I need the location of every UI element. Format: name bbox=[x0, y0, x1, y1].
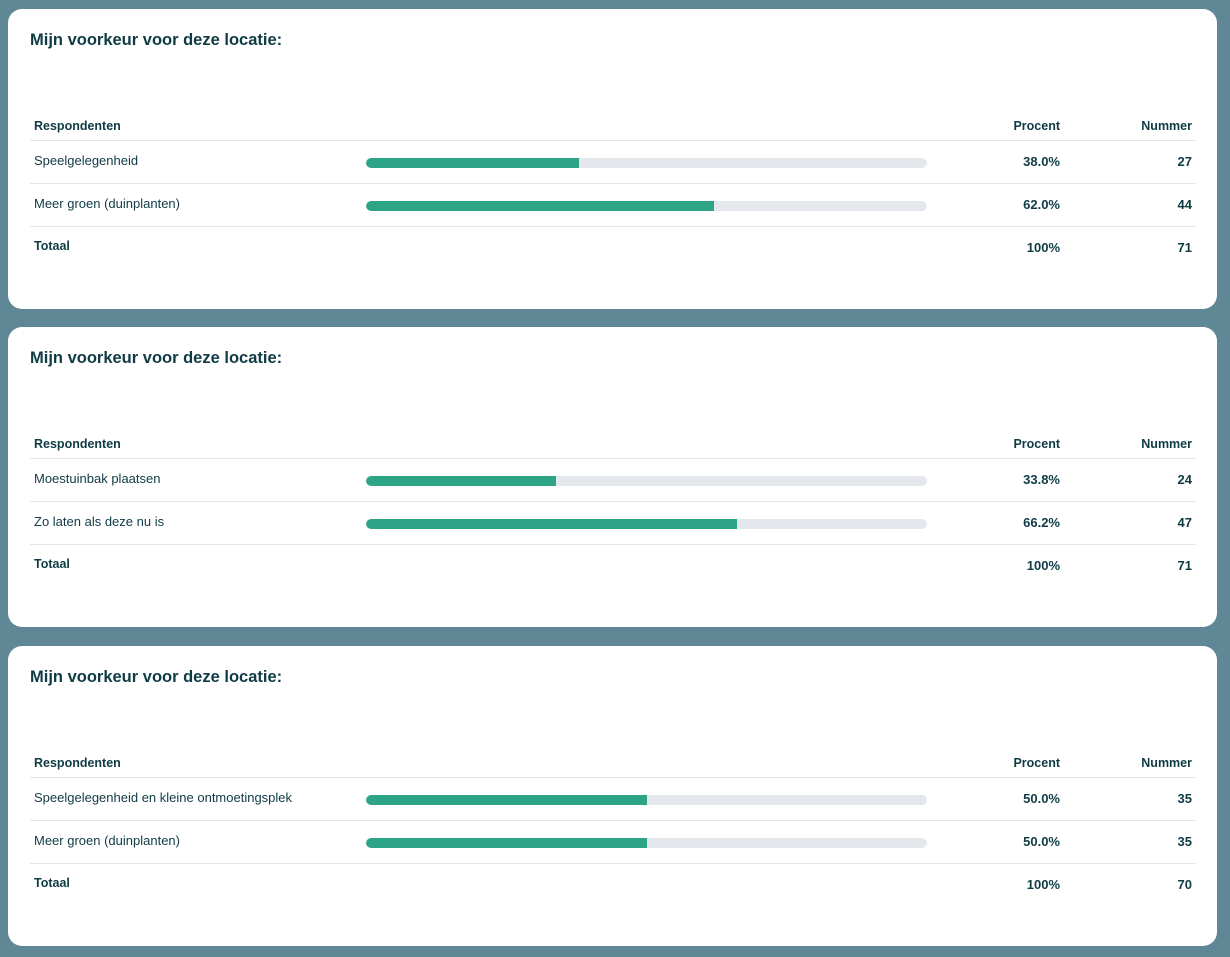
header-number: Nummer bbox=[1141, 119, 1192, 133]
total-row: Totaal 100% 70 bbox=[30, 864, 1196, 907]
poll-card: Mijn voorkeur voor deze locatie: Respond… bbox=[8, 327, 1217, 627]
header-respondents: Respondenten bbox=[34, 756, 121, 770]
progress-fill bbox=[366, 519, 738, 529]
option-percent: 33.8% bbox=[1023, 472, 1060, 487]
table-row: Moestuinbak plaatsen 33.8% 24 bbox=[30, 459, 1196, 502]
option-label: Speelgelegenheid en kleine ontmoetingspl… bbox=[34, 790, 293, 805]
progress-fill bbox=[366, 158, 580, 168]
option-percent: 62.0% bbox=[1023, 197, 1060, 212]
header-number: Nummer bbox=[1141, 437, 1192, 451]
option-label: Speelgelegenheid bbox=[34, 153, 139, 168]
total-count: 71 bbox=[1177, 558, 1192, 573]
table-row: Speelgelegenheid en kleine ontmoetingspl… bbox=[30, 778, 1196, 821]
option-label: Meer groen (duinplanten) bbox=[34, 833, 180, 848]
table-header: Respondenten Procent Nummer bbox=[30, 425, 1196, 459]
results-table: Respondenten Procent Nummer Speelgelegen… bbox=[30, 744, 1196, 907]
total-label: Totaal bbox=[34, 239, 70, 253]
option-percent: 66.2% bbox=[1023, 515, 1060, 530]
total-label: Totaal bbox=[34, 876, 70, 890]
header-respondents: Respondenten bbox=[34, 437, 121, 451]
table-row: Meer groen (duinplanten) 62.0% 44 bbox=[30, 184, 1196, 227]
option-label: Meer groen (duinplanten) bbox=[34, 196, 180, 211]
option-count: 44 bbox=[1177, 197, 1192, 212]
card-title: Mijn voorkeur voor deze locatie: bbox=[30, 349, 283, 367]
total-percent: 100% bbox=[1026, 558, 1060, 573]
card-title: Mijn voorkeur voor deze locatie: bbox=[30, 31, 283, 49]
header-percent: Procent bbox=[1013, 437, 1060, 451]
total-label: Totaal bbox=[34, 557, 70, 571]
table-row: Speelgelegenheid 38.0% 27 bbox=[30, 141, 1196, 184]
option-count: 24 bbox=[1177, 472, 1192, 487]
progress-fill bbox=[366, 476, 556, 486]
header-number: Nummer bbox=[1141, 756, 1192, 770]
option-label: Moestuinbak plaatsen bbox=[34, 471, 161, 486]
poll-card: Mijn voorkeur voor deze locatie: Respond… bbox=[8, 646, 1217, 946]
total-row: Totaal 100% 71 bbox=[30, 227, 1196, 270]
option-percent: 50.0% bbox=[1023, 791, 1060, 806]
poll-card: Mijn voorkeur voor deze locatie: Respond… bbox=[8, 9, 1217, 309]
total-row: Totaal 100% 71 bbox=[30, 545, 1196, 588]
option-percent: 50.0% bbox=[1023, 834, 1060, 849]
table-row: Meer groen (duinplanten) 50.0% 35 bbox=[30, 821, 1196, 864]
total-count: 71 bbox=[1177, 240, 1192, 255]
card-title: Mijn voorkeur voor deze locatie: bbox=[30, 668, 283, 686]
option-count: 47 bbox=[1177, 515, 1192, 530]
table-header: Respondenten Procent Nummer bbox=[30, 744, 1196, 778]
progress-fill bbox=[366, 201, 714, 211]
progress-bar bbox=[366, 201, 927, 211]
total-percent: 100% bbox=[1026, 877, 1060, 892]
header-percent: Procent bbox=[1013, 756, 1060, 770]
table-row: Zo laten als deze nu is 66.2% 47 bbox=[30, 502, 1196, 545]
header-percent: Procent bbox=[1013, 119, 1060, 133]
progress-bar bbox=[366, 476, 927, 486]
option-count: 27 bbox=[1177, 154, 1192, 169]
option-label: Zo laten als deze nu is bbox=[34, 514, 165, 529]
total-percent: 100% bbox=[1026, 240, 1060, 255]
results-table: Respondenten Procent Nummer Moestuinbak … bbox=[30, 425, 1196, 588]
progress-fill bbox=[366, 838, 647, 848]
results-table: Respondenten Procent Nummer Speelgelegen… bbox=[30, 107, 1196, 270]
total-count: 70 bbox=[1177, 877, 1192, 892]
progress-bar bbox=[366, 838, 927, 848]
progress-bar bbox=[366, 795, 927, 805]
progress-bar bbox=[366, 519, 927, 529]
option-count: 35 bbox=[1177, 834, 1192, 849]
table-header: Respondenten Procent Nummer bbox=[30, 107, 1196, 141]
progress-fill bbox=[366, 795, 647, 805]
option-percent: 38.0% bbox=[1023, 154, 1060, 169]
progress-bar bbox=[366, 158, 927, 168]
option-count: 35 bbox=[1177, 791, 1192, 806]
header-respondents: Respondenten bbox=[34, 119, 121, 133]
